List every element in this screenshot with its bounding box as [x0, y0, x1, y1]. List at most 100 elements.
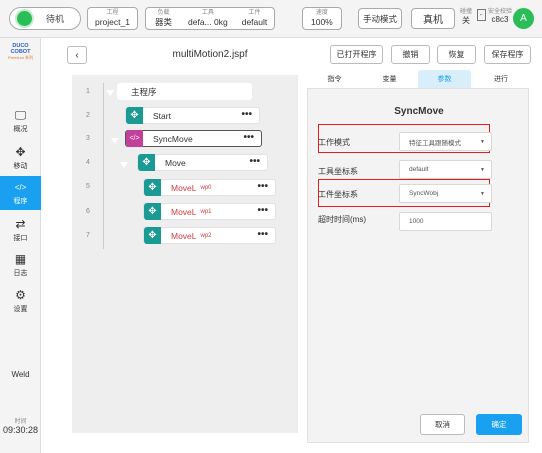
confirm-button[interactable]: 确定 [476, 414, 522, 435]
tool-frame-select[interactable]: default ▼ [399, 160, 492, 179]
program-tree: 1 2 3 4 5 6 7 主程序 ✥ Start ••• </> SyncMo… [72, 75, 298, 433]
collision-value: 关 [462, 16, 470, 25]
collapse-arrow-icon[interactable] [111, 138, 119, 144]
speed-info[interactable]: 速度 100% [302, 7, 342, 30]
tab-instructions[interactable]: 指令 [307, 70, 362, 88]
node-label: Start [153, 110, 171, 121]
more-icon[interactable]: ••• [243, 133, 254, 143]
panel-title: SyncMove [394, 106, 444, 117]
more-icon[interactable]: ••• [257, 182, 268, 192]
dropdown-arrow-icon: ▼ [480, 166, 485, 173]
sidebar-item-settings[interactable]: ⚙ 设置 [0, 284, 41, 318]
more-icon[interactable]: ••• [241, 110, 252, 120]
monitor-icon: 🖵 [14, 107, 27, 122]
clock: 时间 09:30:28 [0, 416, 41, 435]
work-mode-label: 工作模式 [318, 138, 350, 147]
sidebar-item-label: 接口 [13, 234, 28, 242]
collapse-arrow-icon[interactable] [106, 90, 114, 96]
tree-node-movel[interactable]: ✥ MoveL wp0 ••• [143, 179, 276, 196]
tab-progress[interactable]: 进行 [473, 70, 529, 88]
line-number: 4 [86, 159, 90, 166]
clock-label: 时间 [14, 419, 27, 425]
more-icon[interactable]: ••• [257, 230, 268, 240]
workpiece-value: default [241, 16, 268, 27]
interface-icon: ⇄ [15, 216, 26, 231]
move-icon: ✥ [126, 107, 143, 124]
opened-programs-button[interactable]: 已打开程序 [330, 45, 383, 64]
timeout-input[interactable]: 1000 [399, 212, 492, 231]
clock-value: 09:30:28 [2, 425, 39, 435]
workpiece-label: 工件 [248, 9, 261, 16]
sidebar-item-move[interactable]: ✥ 移动 [0, 141, 41, 175]
tool-label: 工具 [201, 9, 214, 16]
undo-button[interactable]: 撤销 [391, 45, 430, 64]
panel-tabs: 指令 变量 参数 进行 [307, 70, 529, 88]
status-text: 待机 [46, 14, 65, 24]
tree-node-syncmove[interactable]: </> SyncMove ••• [125, 130, 262, 147]
timeout-value: 1000 [409, 218, 424, 225]
node-label: MoveL [171, 206, 197, 217]
more-icon[interactable]: ••• [249, 157, 260, 167]
tree-node-start[interactable]: ✥ Start ••• [125, 107, 260, 124]
project-value: project_1 [95, 16, 130, 27]
tree-node-movel[interactable]: ✥ MoveL wp1 ••• [143, 203, 276, 220]
work-mode-select[interactable]: 特征工具跟随模式 ▼ [399, 132, 492, 151]
line-number: 2 [86, 112, 90, 119]
top-bar: 待机 工程 project_1 负载 器类 工具 defa... 0kg 工件 defa… [0, 0, 542, 38]
move-icon: ✥ [144, 179, 161, 196]
calendar-icon: ▦ [14, 251, 27, 266]
real-machine-button[interactable]: 真机 [411, 8, 455, 29]
line-number: 1 [86, 88, 90, 95]
tool-value: defa... 0kg [188, 16, 228, 27]
tab-variables[interactable]: 变量 [362, 70, 417, 88]
sidebar-item-program[interactable]: </> 程序 [0, 176, 41, 210]
avatar[interactable]: A [513, 8, 534, 29]
sidebar-item-interface[interactable]: ⇄ 接口 [0, 213, 41, 247]
cancel-button[interactable]: 取消 [420, 414, 465, 435]
node-waypoint: wp2 [200, 232, 212, 239]
sidebar-item-overview[interactable]: 🖵 概况 [0, 104, 41, 138]
workpiece-frame-label: 工件坐标系 [318, 190, 358, 199]
redo-button[interactable]: 恢复 [437, 45, 476, 64]
move-icon: ✥ [138, 154, 155, 171]
tree-node-main[interactable]: 主程序 [117, 83, 252, 100]
move-icon: ✥ [144, 203, 161, 220]
tab-parameters[interactable]: 参数 [418, 70, 471, 88]
safety-label: 安全校验 [488, 9, 513, 15]
safety-check[interactable]: 安全校验 c8c3 [488, 6, 512, 24]
tool-load-info[interactable]: 负载 器类 工具 defa... 0kg 工件 default [145, 7, 276, 30]
node-label: 主程序 [131, 86, 157, 97]
line-number: 6 [86, 208, 90, 215]
workpiece-frame-select[interactable]: SyncWobj ▼ [399, 184, 492, 203]
move-icon: ✥ [15, 144, 26, 159]
tool-frame-label: 工具坐标系 [318, 167, 358, 176]
tree-node-move[interactable]: ✥ Move ••• [137, 154, 268, 171]
code-icon: </> [14, 182, 27, 192]
node-waypoint: wp0 [200, 184, 212, 191]
sidebar-item-label: 日志 [13, 269, 28, 277]
manual-mode-button[interactable]: 手动模式 [358, 8, 402, 29]
speed-label: 速度 [315, 9, 328, 16]
more-icon[interactable]: ••• [257, 206, 268, 216]
speed-value: 100% [311, 16, 333, 27]
back-button[interactable]: ‹ [67, 46, 87, 64]
status-indicator[interactable]: 待机 [9, 7, 81, 30]
tree-node-movel[interactable]: ✥ MoveL wp2 ••• [143, 227, 276, 244]
save-program-button[interactable]: 保存程序 [484, 45, 531, 64]
collapse-arrow-icon[interactable] [120, 162, 128, 168]
sidebar-item-log[interactable]: ▦ 日志 [0, 248, 41, 282]
project-info[interactable]: 工程 project_1 [87, 7, 138, 30]
sidebar-item-label: 程序 [13, 197, 28, 205]
dropdown-arrow-icon: ▼ [480, 190, 485, 197]
program-title: multiMotion2.jspf [172, 49, 248, 60]
node-waypoint: wp1 [200, 208, 212, 215]
collision-toggle[interactable]: 碰撞 关 [460, 6, 472, 26]
tree-divider [103, 83, 104, 249]
code-icon: </> [126, 130, 143, 147]
node-label: SyncMove [153, 133, 193, 144]
node-label: MoveL [171, 230, 197, 241]
weld-button[interactable]: Weld [0, 370, 41, 379]
line-number: 5 [86, 183, 90, 190]
line-number: 7 [86, 232, 90, 239]
sidebar-item-label: 移动 [13, 162, 28, 170]
